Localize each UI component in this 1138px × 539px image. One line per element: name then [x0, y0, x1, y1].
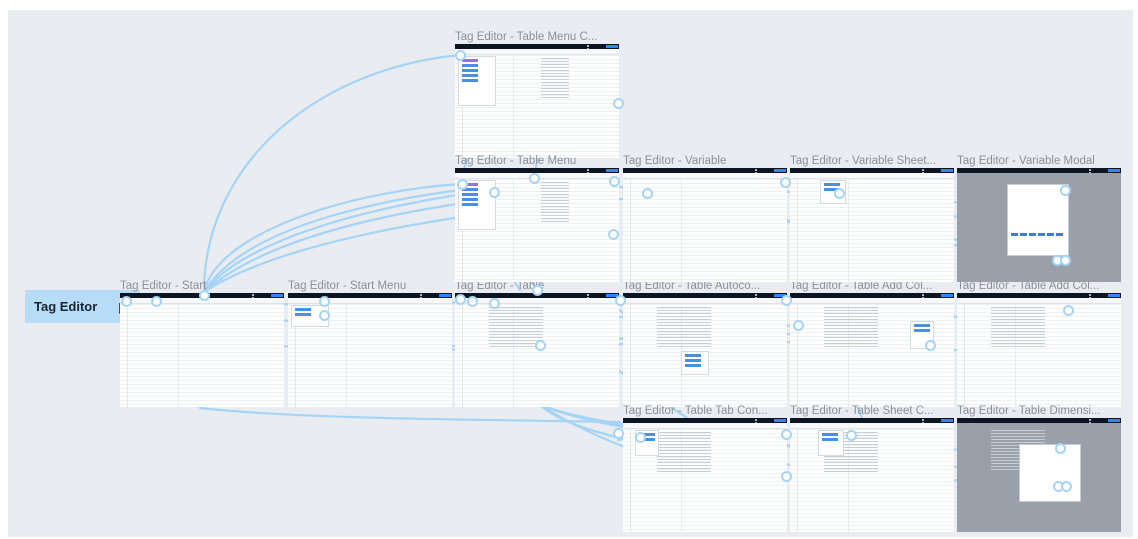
hotspot-circle[interactable] — [925, 340, 936, 351]
frame-title: Tag Editor - Table Menu — [455, 155, 577, 167]
frame-title: Tag Editor - Table Sheet C... — [790, 405, 934, 417]
frame-title: Tag Editor - Variable — [623, 155, 727, 167]
hotspot-circle[interactable] — [846, 430, 857, 441]
frame-title: Tag Editor - Table Menu C... — [455, 31, 598, 43]
hotspot-circle[interactable] — [121, 296, 132, 307]
frame-table-menu-c[interactable]: Tag Editor - Table Menu C... — [455, 31, 619, 158]
frame-thumbnail — [455, 168, 619, 282]
frame-start[interactable]: Tag Editor - Start — [120, 280, 284, 407]
frame-start-menu[interactable]: Tag Editor - Start Menu — [288, 280, 452, 407]
frame-thumbnail — [790, 168, 954, 282]
frame-table-dimension[interactable]: Tag Editor - Table Dimensi... — [957, 405, 1121, 532]
prototype-canvas[interactable]: Tag Editor ▷ Tag Editor - Start Tag Edit… — [8, 10, 1133, 537]
hotspot-circle[interactable] — [455, 50, 466, 61]
hotspot-circle[interactable] — [1063, 305, 1074, 316]
frame-table-menu[interactable]: Tag Editor - Table Menu — [455, 155, 619, 282]
hotspot-circle[interactable] — [613, 98, 624, 109]
hotspot-circle[interactable] — [834, 188, 845, 199]
hotspot-circle[interactable] — [608, 229, 619, 240]
hotspot-circle[interactable] — [1060, 255, 1071, 266]
frame-table-tab-con[interactable]: Tag Editor - Table Tab Con... — [623, 405, 787, 532]
frame-thumbnail — [120, 293, 284, 407]
frame-title: Tag Editor - Start Menu — [288, 280, 407, 292]
frame-thumbnail — [288, 293, 452, 407]
hotspot-circle[interactable] — [489, 187, 500, 198]
hotspot-circle[interactable] — [793, 320, 804, 331]
hotspot-circle[interactable] — [455, 294, 466, 305]
frame-thumbnail — [623, 168, 787, 282]
frame-thumbnail — [957, 293, 1121, 407]
hotspot-circle[interactable] — [609, 176, 620, 187]
hotspot-circle[interactable] — [781, 295, 792, 306]
frame-title: Tag Editor - Table Dimensi... — [957, 405, 1101, 417]
frame-thumbnail — [790, 418, 954, 532]
hotspot-circle[interactable] — [319, 310, 330, 321]
frame-thumbnail — [957, 418, 1121, 532]
frame-variable-modal[interactable]: Tag Editor - Variable Modal — [957, 155, 1121, 282]
frame-thumbnail — [623, 418, 787, 532]
frame-thumbnail — [623, 293, 787, 407]
frame-table-sheet-c[interactable]: Tag Editor - Table Sheet C... — [790, 405, 954, 532]
frame-thumbnail — [957, 168, 1121, 282]
frame-title: Tag Editor - Variable Sheet... — [790, 155, 937, 167]
hotspot-circle[interactable] — [1055, 443, 1066, 454]
hotspot-circle[interactable] — [1061, 481, 1072, 492]
frame-variable[interactable]: Tag Editor - Variable — [623, 155, 787, 282]
hotspot-circle[interactable] — [489, 298, 500, 309]
frame-table-autocomplete[interactable]: Tag Editor - Table Autoco... — [623, 280, 787, 407]
hotspot-circle[interactable] — [613, 428, 624, 439]
hotspot-circle[interactable] — [535, 340, 546, 351]
flow-name: Tag Editor — [34, 299, 98, 314]
frame-table-add-column-2[interactable]: Tag Editor - Table Add Col... — [957, 280, 1121, 407]
frame-variable-sheet[interactable]: Tag Editor - Variable Sheet... — [790, 155, 954, 282]
hotspot-circle[interactable] — [529, 173, 540, 184]
hotspot-circle[interactable] — [457, 179, 468, 190]
hotspot-circle[interactable] — [615, 295, 626, 306]
hotspot-circle[interactable] — [780, 177, 791, 188]
hotspot-circle[interactable] — [642, 188, 653, 199]
hotspot-circle[interactable] — [781, 429, 792, 440]
hotspot-circle[interactable] — [151, 296, 162, 307]
frame-thumbnail — [455, 44, 619, 158]
hotspot-circle[interactable] — [532, 285, 543, 296]
hotspot-circle[interactable] — [467, 296, 478, 307]
hotspot-circle[interactable] — [1060, 185, 1071, 196]
hotspot-circle[interactable] — [781, 471, 792, 482]
hotspot-circle[interactable] — [635, 432, 646, 443]
frame-title: Tag Editor - Variable Modal — [957, 155, 1095, 167]
frame-title: Tag Editor - Table Tab Con... — [623, 405, 768, 417]
hotspot-circle[interactable] — [199, 290, 210, 301]
hotspot-circle[interactable] — [319, 296, 330, 307]
